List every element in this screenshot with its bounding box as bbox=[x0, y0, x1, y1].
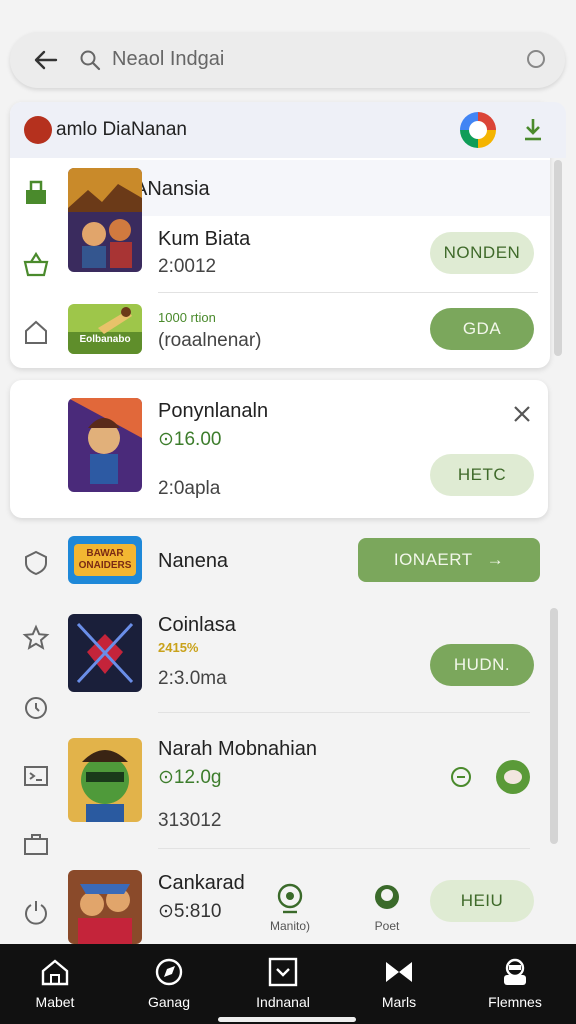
app-meta: 2:0012 bbox=[158, 256, 217, 277]
scrollbar[interactable] bbox=[554, 160, 562, 356]
app-action-button[interactable]: HUDN. bbox=[430, 644, 534, 686]
app-title: Kum Biata bbox=[158, 228, 251, 250]
star-icon[interactable] bbox=[22, 624, 50, 652]
brand-logo-icon bbox=[24, 116, 52, 144]
nav-label: Ganag bbox=[147, 994, 191, 1010]
divider bbox=[158, 848, 530, 849]
nav-item-marls[interactable]: Marls bbox=[344, 944, 454, 1024]
app-meta: 2:3.0ma bbox=[158, 668, 227, 689]
nav-item-indnanal[interactable]: Indnanal bbox=[228, 944, 338, 1024]
leaf-icon bbox=[375, 885, 399, 909]
arrow-right-icon: → bbox=[486, 550, 505, 569]
mini-item[interactable]: Manito) bbox=[262, 882, 318, 933]
bowtie-icon bbox=[386, 962, 412, 982]
search-bar[interactable]: Neaol Indgai bbox=[10, 32, 565, 88]
app-title: Nanena bbox=[158, 550, 229, 572]
nav-item-ganag[interactable]: Ganag bbox=[114, 944, 224, 1024]
app-status-icon[interactable] bbox=[496, 760, 530, 794]
terminal-icon[interactable] bbox=[22, 762, 50, 790]
download-box-icon bbox=[268, 957, 298, 987]
app-title: Coinlasa bbox=[158, 614, 236, 636]
power-icon[interactable] bbox=[22, 898, 50, 926]
clock-icon[interactable] bbox=[22, 694, 50, 722]
mini-label: Manito) bbox=[269, 919, 310, 933]
home-icon bbox=[41, 959, 69, 986]
home-indicator[interactable] bbox=[218, 1017, 356, 1022]
install-button[interactable]: IONAERT → bbox=[358, 538, 540, 582]
mini-label: Poet bbox=[374, 919, 400, 933]
app-thumbnail[interactable] bbox=[68, 398, 142, 492]
featured-card: amlo DiaNanan ANansia Kum Biata 2:0012 N… bbox=[10, 102, 566, 368]
search-input[interactable]: Neaol Indgai bbox=[112, 48, 224, 71]
nav-label: Flemnes bbox=[488, 994, 542, 1010]
install-button-label: IONAERT bbox=[393, 550, 473, 569]
brand-name: amlo DiaNanan bbox=[56, 119, 187, 140]
home-outline-icon[interactable] bbox=[22, 318, 50, 346]
bag-icon[interactable] bbox=[22, 250, 50, 278]
download-icon[interactable] bbox=[522, 116, 544, 142]
thumb-caption: BAWAR ONAIDERS bbox=[78, 548, 132, 571]
nav-label: Mabet bbox=[35, 994, 75, 1010]
back-arrow-icon[interactable] bbox=[32, 46, 60, 74]
app-thumbnail[interactable] bbox=[68, 738, 142, 822]
shield-icon[interactable] bbox=[22, 548, 50, 576]
google-icon[interactable] bbox=[460, 112, 496, 148]
app-action-button[interactable]: HEIU bbox=[430, 880, 534, 922]
nav-label: Marls bbox=[381, 994, 417, 1010]
app-price: 2415% bbox=[158, 640, 199, 655]
app-price: ⊙16.00 bbox=[158, 429, 222, 450]
store-icon[interactable] bbox=[22, 178, 50, 206]
mini-item[interactable]: Poet bbox=[362, 882, 412, 933]
bottom-navigation: Mabet Ganag Indnanal Marls Flemnes bbox=[0, 944, 576, 1024]
featured-action-button[interactable]: GDA bbox=[430, 308, 534, 350]
app-thumbnail[interactable]: BAWAR ONAIDERS bbox=[68, 536, 142, 584]
thumb-caption: Eolbanabo bbox=[79, 334, 131, 345]
app-title: 1000 rtion bbox=[158, 310, 216, 325]
overlay-title: ANansia bbox=[134, 178, 210, 200]
app-title: Cankarad bbox=[158, 872, 245, 894]
robot-icon bbox=[277, 883, 303, 914]
card-header: amlo DiaNanan bbox=[10, 102, 566, 158]
app-title: Narah Mobnahian bbox=[158, 738, 317, 760]
close-icon[interactable] bbox=[512, 404, 532, 424]
divider bbox=[158, 712, 530, 713]
options-icon[interactable] bbox=[450, 766, 472, 788]
app-meta: 313012 bbox=[158, 810, 222, 831]
compass-icon bbox=[155, 958, 183, 986]
app-title: Ponynlanaln bbox=[158, 400, 269, 422]
app-card: Ponynlanaln ⊙16.00 2:0apla HETC bbox=[10, 380, 548, 518]
app-action-button[interactable]: HETC bbox=[430, 454, 534, 496]
app-price-value: 5:810 bbox=[173, 901, 222, 922]
app-thumbnail[interactable]: Eolbanabo bbox=[68, 304, 142, 354]
nav-label: Indnanal bbox=[256, 994, 310, 1010]
app-meta: (roaalnenar) bbox=[158, 330, 262, 351]
featured-action-button[interactable]: NONDEN bbox=[430, 232, 534, 274]
app-price-value: 12.0g bbox=[173, 767, 222, 788]
search-icon bbox=[80, 50, 101, 71]
briefcase-icon[interactable] bbox=[22, 830, 50, 858]
app-thumbnail[interactable] bbox=[68, 168, 142, 272]
app-meta: 2:0apla bbox=[158, 478, 221, 499]
app-price: ⊙5:810 bbox=[158, 901, 222, 922]
profile-icon bbox=[504, 958, 526, 985]
app-price: ⊙12.0g bbox=[158, 767, 222, 788]
voice-search-icon[interactable] bbox=[527, 50, 545, 68]
app-thumbnail[interactable] bbox=[68, 614, 142, 692]
scrollbar[interactable] bbox=[550, 608, 558, 844]
divider bbox=[158, 292, 538, 293]
app-price-value: 16.00 bbox=[173, 429, 222, 450]
nav-item-flemnes[interactable]: Flemnes bbox=[460, 944, 570, 1024]
nav-item-mabet[interactable]: Mabet bbox=[0, 944, 110, 1024]
app-thumbnail[interactable] bbox=[68, 870, 142, 944]
